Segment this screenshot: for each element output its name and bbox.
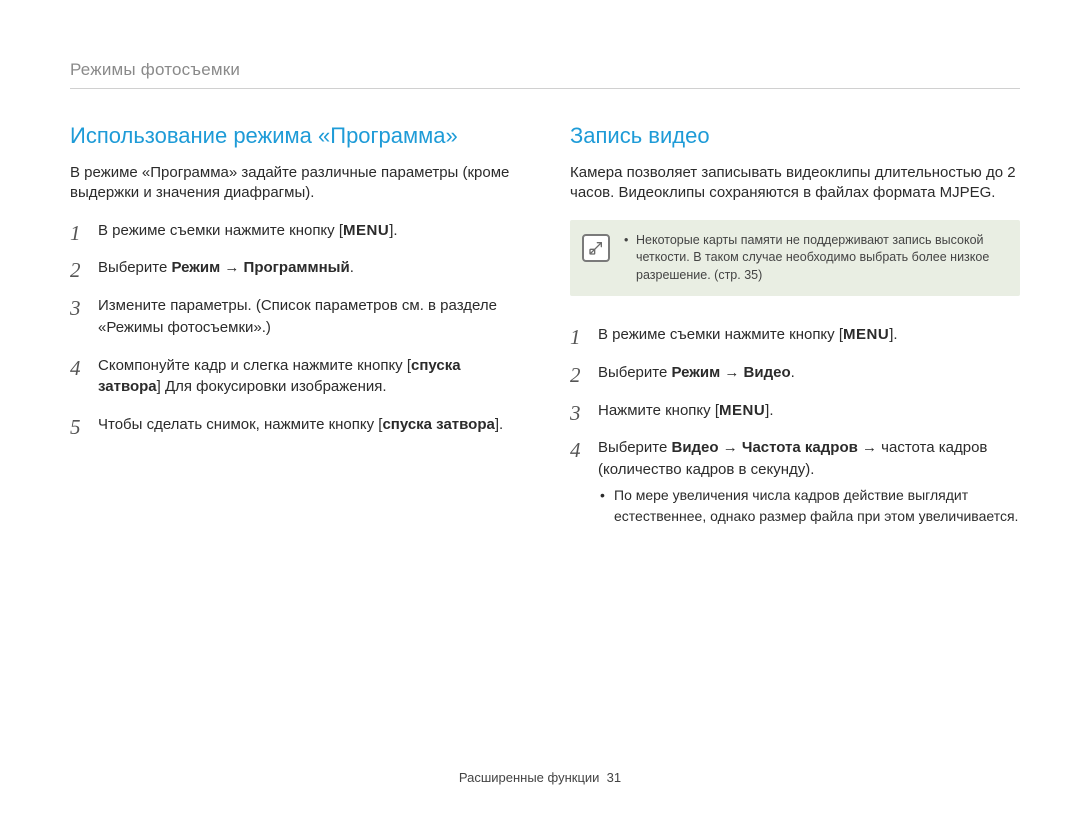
step-text: В режиме съемки нажмите кнопку [: [98, 222, 343, 239]
step-text: .: [350, 259, 354, 276]
right-step-4: Выберите Видео → Частота кадров → частот…: [570, 437, 1020, 527]
right-column: Запись видео Камера позволяет записывать…: [570, 123, 1020, 543]
step-text: .: [791, 364, 795, 381]
step-text: ].: [889, 326, 897, 343]
step-text: ].: [495, 416, 503, 433]
sublist: По мере увеличения числа кадров действие…: [598, 485, 1020, 527]
right-steps: В режиме съемки нажмите кнопку [MENU]. В…: [570, 324, 1020, 527]
left-column: Использование режима «Программа» В режим…: [70, 123, 520, 543]
step-text: Нажмите кнопку [: [598, 402, 719, 419]
left-title: Использование режима «Программа»: [70, 123, 520, 149]
left-step-1: В режиме съемки нажмите кнопку [MENU].: [70, 220, 520, 242]
step-text: ] Для фокусировки изображения.: [157, 378, 387, 395]
menu-label: MENU: [719, 402, 765, 419]
step-text: ].: [765, 402, 773, 419]
right-title: Запись видео: [570, 123, 1020, 149]
left-step-2: Выберите Режим → Программный.: [70, 257, 520, 279]
step-text: Выберите: [598, 439, 671, 456]
right-intro: Камера позволяет записывать видеоклипы д…: [570, 163, 1020, 204]
note-box: Некоторые карты памяти не поддерживают з…: [570, 220, 1020, 297]
page-footer: Расширенные функции 31: [0, 770, 1080, 785]
content-columns: Использование режима «Программа» В режим…: [70, 123, 1020, 543]
step-text: Чтобы сделать снимок, нажмите кнопку [: [98, 416, 382, 433]
step-text: ].: [389, 222, 397, 239]
right-step-1: В режиме съемки нажмите кнопку [MENU].: [570, 324, 1020, 346]
bold-text: спуска затвора: [382, 416, 494, 433]
bold-text: Видео → Частота кадров: [671, 439, 857, 456]
menu-label: MENU: [843, 326, 889, 343]
footer-page-number: 31: [607, 770, 621, 785]
section-breadcrumb: Режимы фотосъемки: [70, 60, 1020, 89]
menu-label: MENU: [343, 222, 389, 239]
left-intro: В режиме «Программа» задайте различные п…: [70, 163, 520, 204]
right-step-2: Выберите Режим → Видео.: [570, 362, 1020, 384]
document-page: Режимы фотосъемки Использование режима «…: [0, 0, 1080, 815]
note-text: Некоторые карты памяти не поддерживают з…: [624, 232, 1006, 285]
left-step-3: Измените параметры. (Список параметров с…: [70, 295, 520, 339]
right-step-3: Нажмите кнопку [MENU].: [570, 400, 1020, 422]
step-text: Выберите: [98, 259, 171, 276]
footer-label: Расширенные функции: [459, 770, 600, 785]
left-step-4: Скомпонуйте кадр и слегка нажмите кнопку…: [70, 355, 520, 399]
left-step-5: Чтобы сделать снимок, нажмите кнопку [сп…: [70, 414, 520, 436]
note-bullet: Некоторые карты памяти не поддерживают з…: [624, 232, 1006, 285]
sublist-item: По мере увеличения числа кадров действие…: [598, 485, 1020, 527]
step-text: Выберите: [598, 364, 671, 381]
note-icon: [582, 234, 610, 262]
left-steps: В режиме съемки нажмите кнопку [MENU]. В…: [70, 220, 520, 436]
step-text: Скомпонуйте кадр и слегка нажмите кнопку…: [98, 357, 411, 374]
bold-text: Режим → Видео: [671, 364, 790, 381]
step-text: В режиме съемки нажмите кнопку [: [598, 326, 843, 343]
bold-text: Режим → Программный: [171, 259, 349, 276]
